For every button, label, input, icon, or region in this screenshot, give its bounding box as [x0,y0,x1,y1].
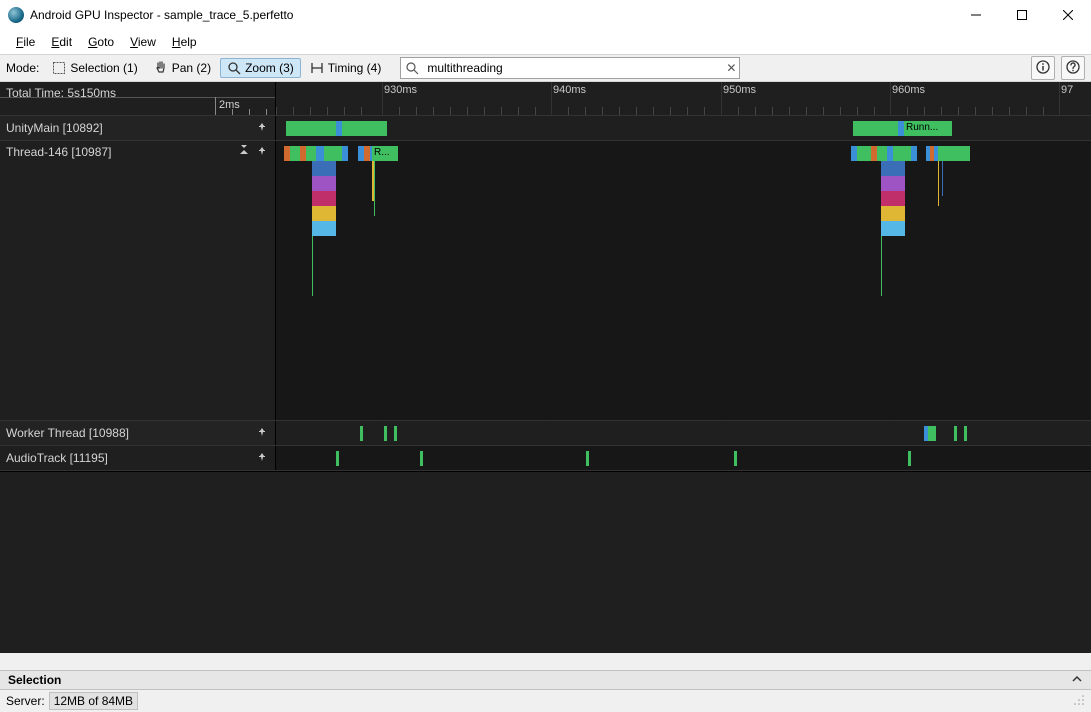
track-row[interactable]: UnityMain [10892] Runn... [0,116,1091,141]
slice-label: R... [374,147,390,158]
menu-file[interactable]: File [8,33,43,51]
inner-scale-label: 2ms [219,99,240,111]
menubar: File Edit Goto View Help [0,30,1091,54]
pin-icon[interactable] [255,451,269,465]
pin-icon[interactable] [255,121,269,135]
ruler-label: 950ms [723,84,756,96]
track-label: UnityMain [10892] [6,121,251,135]
search-field[interactable]: ✕ [400,57,740,79]
menu-goto[interactable]: Goto [80,33,122,51]
chevron-up-icon [1071,673,1083,688]
tracks-container[interactable]: UnityMain [10892] Runn... Thread-146 [10… [0,116,1091,472]
selection-panel-header[interactable]: Selection [0,670,1091,690]
menu-help[interactable]: Help [164,33,205,51]
statusbar: Server: 12MB of 84MB [0,690,1091,712]
selection-icon [52,61,66,75]
mode-label: Mode: [6,61,39,75]
mode-selection-label: Selection (1) [70,61,137,75]
total-time-cell: Total Time: 5s150ms 2ms [0,82,276,115]
timeline-panel: Total Time: 5s150ms 2ms 930ms 940ms 950m… [0,82,1091,653]
close-button[interactable] [1045,0,1091,30]
info-button[interactable] [1031,56,1055,80]
menu-edit[interactable]: Edit [43,33,80,51]
pin-icon[interactable] [255,145,269,159]
track-label: Worker Thread [10988] [6,426,251,440]
mode-timing-label: Timing (4) [328,61,382,75]
time-header: Total Time: 5s150ms 2ms 930ms 940ms 950m… [0,82,1091,116]
pan-icon [154,61,168,75]
track-row[interactable]: Worker Thread [10988] [0,421,1091,446]
ruler-label: 940ms [553,84,586,96]
server-label: Server: [6,694,45,708]
mode-zoom-label: Zoom (3) [245,61,294,75]
titlebar: Android GPU Inspector - sample_trace_5.p… [0,0,1091,30]
time-ruler[interactable]: 930ms 940ms 950ms 960ms 97 [276,82,1091,115]
ruler-label: 930ms [384,84,417,96]
maximize-button[interactable] [999,0,1045,30]
collapse-icon[interactable] [237,145,251,159]
search-clear-icon[interactable]: ✕ [723,61,739,75]
info-icon [1036,60,1050,77]
timing-icon [310,61,324,75]
help-button[interactable] [1061,56,1085,80]
track-row[interactable]: Thread-146 [10987] R... [0,141,1091,421]
toolbar: Mode: Selection (1) Pan (2) Zoom (3) Tim… [0,54,1091,82]
search-input[interactable] [423,61,723,75]
timeline-empty[interactable] [0,472,1091,653]
ruler-label: 97 [1061,84,1073,96]
pin-icon[interactable] [255,426,269,440]
track-label: AudioTrack [11195] [6,451,251,465]
horizontal-scrollbar[interactable] [0,653,1091,670]
track-label: Thread-146 [10987] [6,145,233,159]
mode-pan-label: Pan (2) [172,61,211,75]
resize-grip-icon[interactable] [1073,694,1085,709]
mode-selection[interactable]: Selection (1) [45,58,144,78]
search-icon [405,61,419,75]
mode-zoom[interactable]: Zoom (3) [220,58,301,78]
server-memory[interactable]: 12MB of 84MB [49,692,138,710]
ruler-label: 960ms [892,84,925,96]
mode-timing[interactable]: Timing (4) [303,58,389,78]
minimize-button[interactable] [953,0,999,30]
help-icon [1066,60,1080,77]
app-icon [8,7,24,23]
track-row[interactable]: AudioTrack [11195] [0,446,1091,471]
zoom-icon [227,61,241,75]
mode-pan[interactable]: Pan (2) [147,58,218,78]
slice-label: Runn... [906,122,938,133]
selection-title: Selection [8,673,61,687]
menu-view[interactable]: View [122,33,164,51]
window-title: Android GPU Inspector - sample_trace_5.p… [30,8,953,22]
